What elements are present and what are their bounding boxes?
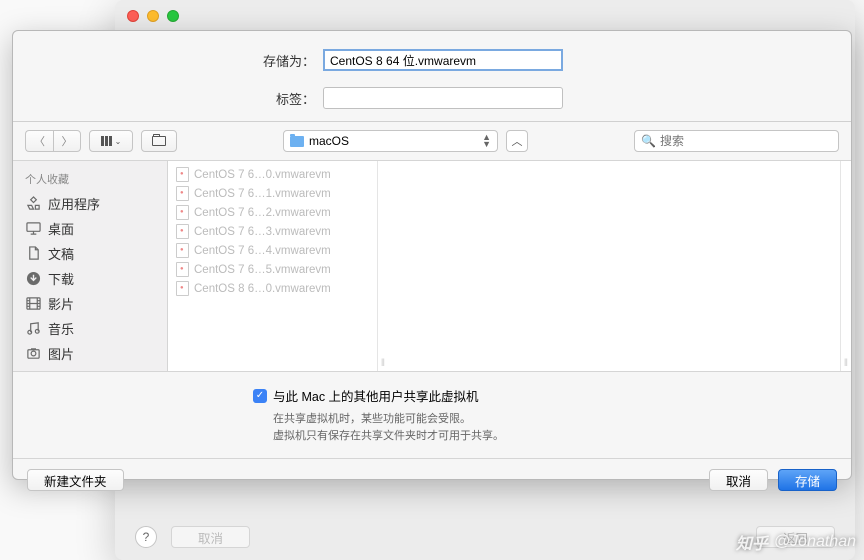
view-mode-button[interactable]: ⌄ — [89, 130, 133, 152]
apps-icon — [25, 196, 41, 212]
browser-toolbar: 〈 〉 ⌄ macOS ▲▼ ︿ 🔍 — [13, 122, 851, 161]
share-section: ✓ 与此 Mac 上的其他用户共享此虚拟机 在共享虚拟机时，某些功能可能会受限。… — [13, 371, 851, 458]
file-column-1: CentOS 7 6…0.vmwarevm CentOS 7 6…1.vmwar… — [168, 161, 378, 371]
column-resize-handle[interactable]: ‖ — [378, 358, 388, 371]
vm-file-icon — [176, 224, 189, 239]
desktop-icon — [25, 221, 41, 237]
sidebar-item-desktop[interactable]: 桌面 — [13, 216, 167, 241]
sidebar-header: 个人收藏 — [13, 167, 167, 191]
nav-forward-button[interactable]: 〉 — [53, 130, 81, 152]
column-resize-handle[interactable]: ‖ — [841, 358, 851, 371]
vm-file-icon — [176, 205, 189, 220]
zoom-window-icon[interactable] — [167, 10, 179, 22]
watermark-author: @Jonathan — [774, 533, 856, 551]
save-dialog: 存储为： 标签： 〈 〉 ⌄ macOS ▲▼ ︿ 🔍 — [12, 30, 852, 480]
cancel-button[interactable]: 取消 — [709, 469, 768, 491]
file-item[interactable]: CentOS 7 6…3.vmwarevm — [168, 222, 377, 241]
share-hint-1: 在共享虚拟机时，某些功能可能会受限。 — [273, 411, 851, 428]
vm-file-icon — [176, 167, 189, 182]
music-icon — [25, 321, 41, 337]
file-item[interactable]: CentOS 7 6…5.vmwarevm — [168, 260, 377, 279]
save-as-input[interactable] — [323, 49, 563, 71]
sidebar-item-apps[interactable]: 应用程序 — [13, 191, 167, 216]
vm-file-icon — [176, 281, 189, 296]
sidebar-item-movies[interactable]: 影片 — [13, 291, 167, 316]
folder-icon — [152, 136, 166, 146]
dialog-footer: 新建文件夹 取消 存储 — [13, 458, 851, 501]
search-input[interactable] — [660, 134, 832, 148]
tags-input[interactable] — [323, 87, 563, 109]
zhihu-logo: 知乎 — [736, 530, 768, 554]
file-item[interactable]: CentOS 8 6…0.vmwarevm — [168, 279, 377, 298]
nav-back-button[interactable]: 〈 — [25, 130, 53, 152]
documents-icon — [25, 246, 41, 262]
location-select[interactable]: macOS ▲▼ — [283, 130, 498, 152]
help-button[interactable]: ? — [135, 526, 157, 548]
save-button[interactable]: 存储 — [778, 469, 837, 491]
movies-icon — [25, 296, 41, 312]
sidebar-item-documents[interactable]: 文稿 — [13, 241, 167, 266]
file-item[interactable]: CentOS 7 6…1.vmwarevm — [168, 184, 377, 203]
sidebar-item-pictures[interactable]: 图片 — [13, 341, 167, 366]
window-controls — [115, 0, 855, 32]
file-browser: 个人收藏 应用程序 桌面 文稿 下载 影片 音乐 图片 CentOS 7 6…0… — [13, 161, 851, 371]
watermark: 知乎 @Jonathan — [736, 530, 856, 554]
vm-file-icon — [176, 243, 189, 258]
share-hint-2: 虚拟机只有保存在共享文件夹时才可用于共享。 — [273, 428, 851, 445]
sidebar: 个人收藏 应用程序 桌面 文稿 下载 影片 音乐 图片 — [13, 161, 168, 371]
search-icon: 🔍 — [641, 134, 656, 148]
sidebar-item-downloads[interactable]: 下载 — [13, 266, 167, 291]
vm-file-icon — [176, 262, 189, 277]
file-item[interactable]: CentOS 7 6…2.vmwarevm — [168, 203, 377, 222]
new-folder-button[interactable]: 新建文件夹 — [27, 469, 124, 491]
search-field[interactable]: 🔍 — [634, 130, 839, 152]
pictures-icon — [25, 346, 41, 362]
group-button[interactable] — [141, 130, 177, 152]
updown-icon: ▲▼ — [482, 134, 491, 148]
file-column-2 — [388, 161, 841, 371]
share-checkbox[interactable]: ✓ — [253, 389, 267, 403]
minimize-window-icon[interactable] — [147, 10, 159, 22]
close-window-icon[interactable] — [127, 10, 139, 22]
enclosing-folder-button[interactable]: ︿ — [506, 130, 528, 152]
vm-file-icon — [176, 186, 189, 201]
file-item[interactable]: CentOS 7 6…4.vmwarevm — [168, 241, 377, 260]
sidebar-item-music[interactable]: 音乐 — [13, 316, 167, 341]
share-label: 与此 Mac 上的其他用户共享此虚拟机 — [273, 386, 479, 405]
file-item[interactable]: CentOS 7 6…0.vmwarevm — [168, 165, 377, 184]
columns-icon — [101, 136, 112, 146]
downloads-icon — [25, 271, 41, 287]
location-label: macOS — [309, 134, 349, 148]
outer-cancel-button[interactable]: 取消 — [171, 526, 250, 548]
folder-icon — [290, 136, 304, 147]
tags-label: 标签： — [13, 89, 323, 108]
save-as-label: 存储为： — [13, 51, 323, 70]
